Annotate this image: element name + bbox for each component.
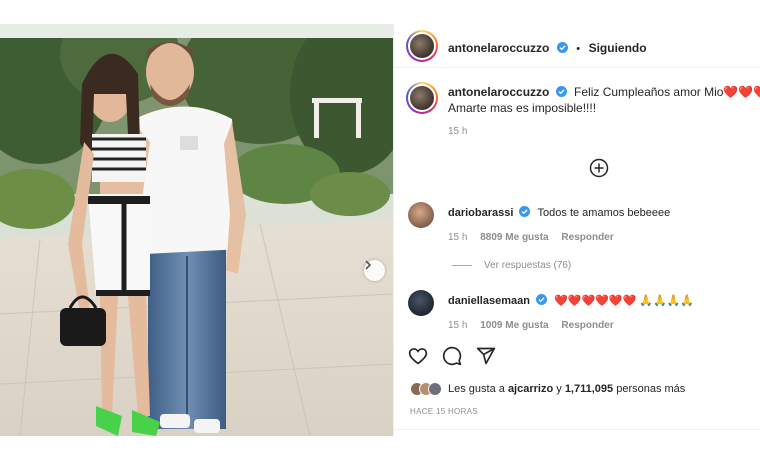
see-replies-link[interactable]: Ver respuestas (76) bbox=[452, 260, 571, 271]
following-button[interactable]: Siguiendo bbox=[589, 41, 647, 55]
comment-icon[interactable] bbox=[442, 346, 462, 366]
comment-text: Todos te amamos bebeeee bbox=[537, 207, 671, 219]
next-photo-button[interactable] bbox=[364, 260, 385, 281]
comment-item: daniellasemaan ❤️❤️❤️❤️❤️❤️ 🙏🙏🙏🙏 15 h 10… bbox=[408, 290, 748, 340]
comment-item: dariobarassi Todos te amamos bebeeee 15 … bbox=[408, 202, 748, 252]
verified-badge-icon bbox=[519, 206, 531, 217]
reply-button[interactable]: Responder bbox=[561, 232, 613, 243]
verified-badge-icon bbox=[556, 42, 568, 53]
share-icon[interactable] bbox=[476, 346, 496, 366]
divider bbox=[394, 429, 760, 430]
likes-summary[interactable]: Les gusta a ajcarrizo y 1,711,095 person… bbox=[410, 382, 685, 396]
reply-button[interactable]: Responder bbox=[561, 320, 613, 331]
action-bar bbox=[408, 346, 496, 366]
verified-badge-icon bbox=[536, 294, 547, 305]
caption-username[interactable]: antonelaroccuzzo bbox=[448, 85, 549, 99]
comment-username[interactable]: dariobarassi bbox=[448, 207, 513, 219]
likes-count[interactable]: 1,711,095 bbox=[565, 383, 613, 395]
liker-username[interactable]: ajcarrizo bbox=[508, 383, 553, 395]
chevron-right-icon bbox=[365, 260, 372, 270]
caption: antonelaroccuzzo Feliz Cumpleaños amor M… bbox=[448, 84, 760, 137]
verified-badge-icon bbox=[555, 86, 567, 97]
caption-author-avatar[interactable] bbox=[406, 82, 438, 114]
caption-time: 15 h bbox=[448, 126, 468, 137]
heart-icon[interactable] bbox=[408, 346, 428, 366]
replies-divider bbox=[452, 265, 472, 266]
caption-text-line1: Feliz Cumpleaños amor Mio❤️❤️❤️❤️ bbox=[574, 85, 760, 99]
comment-time: 15 h bbox=[448, 320, 468, 331]
post-photo bbox=[0, 24, 393, 436]
post-header: antonelaroccuzzo • Siguiendo bbox=[394, 24, 760, 68]
caption-text-line2: Amarte mas es imposible!!!! bbox=[448, 101, 597, 115]
plus-circle-icon[interactable] bbox=[589, 158, 609, 178]
post-timestamp: HACE 15 HORAS bbox=[410, 407, 478, 416]
comment-username[interactable]: daniellasemaan bbox=[448, 295, 530, 307]
comment-likes[interactable]: 1009 Me gusta bbox=[480, 320, 548, 331]
comment-time: 15 h bbox=[448, 232, 468, 243]
commenter-avatar[interactable] bbox=[408, 202, 434, 228]
comment-likes[interactable]: 8809 Me gusta bbox=[480, 232, 548, 243]
liker-avatar bbox=[428, 382, 442, 396]
see-replies-label: Ver respuestas (76) bbox=[484, 260, 572, 271]
comment-text: ❤️❤️❤️❤️❤️❤️ 🙏🙏🙏🙏 bbox=[554, 295, 695, 307]
likes-text: Les gusta a ajcarrizo y 1,711,095 person… bbox=[448, 383, 686, 395]
author-username[interactable]: antonelaroccuzzo bbox=[448, 41, 549, 55]
separator-dot: • bbox=[576, 43, 581, 55]
author-avatar[interactable] bbox=[406, 30, 438, 62]
post-side-panel: antonelaroccuzzo • Siguiendo antonelaroc… bbox=[393, 24, 760, 436]
commenter-avatar[interactable] bbox=[408, 290, 434, 316]
